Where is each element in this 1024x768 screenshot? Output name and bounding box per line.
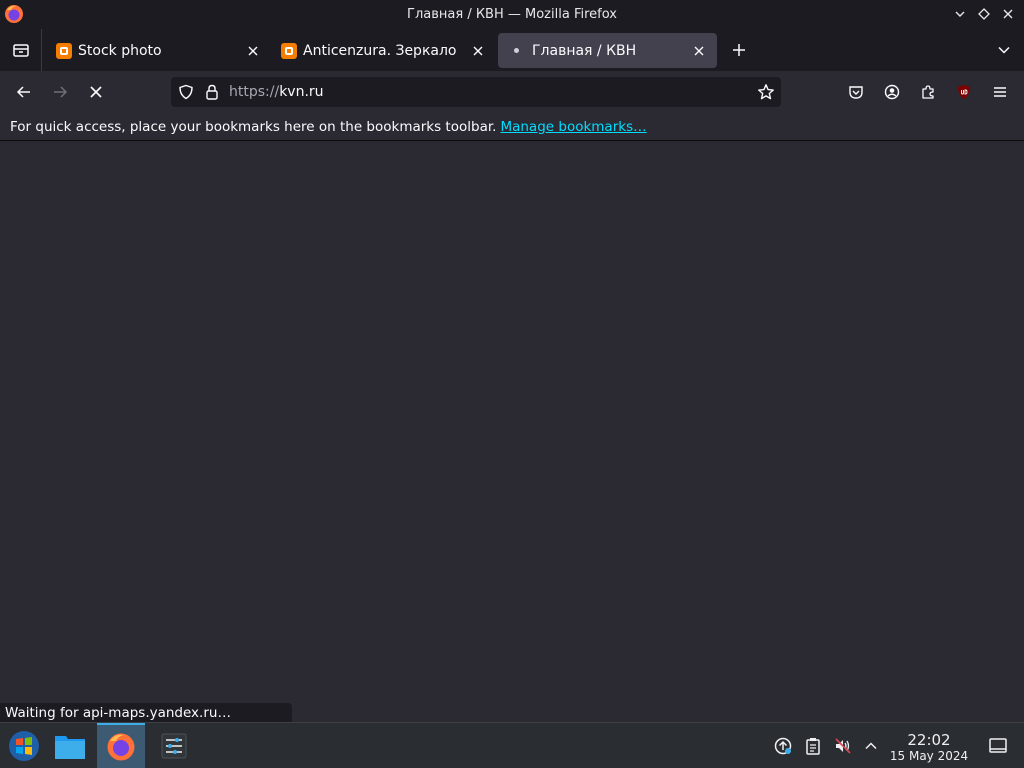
- clipboard-icon: [806, 738, 820, 755]
- arrow-left-icon: [16, 86, 30, 98]
- file-manager-button[interactable]: [46, 723, 94, 768]
- taskbar: 22:02 15 May 2024: [0, 722, 1024, 768]
- star-icon: [758, 84, 774, 100]
- account-icon: [884, 84, 900, 100]
- show-desktop-icon: [989, 738, 1007, 753]
- tab-close-button[interactable]: [691, 43, 707, 59]
- lock-icon[interactable]: [203, 83, 221, 101]
- back-button[interactable]: [10, 78, 38, 106]
- start-menu-icon: [9, 731, 39, 761]
- firefox-icon: [107, 733, 135, 761]
- start-menu-button[interactable]: [0, 723, 48, 768]
- hamburger-menu-icon: [994, 87, 1006, 97]
- chevron-down-icon: [998, 46, 1010, 54]
- navigation-toolbar: https://kvn.ru: [0, 71, 1024, 113]
- close-icon: [694, 46, 704, 55]
- window-title: Главная / КВН — Mozilla Firefox: [407, 7, 617, 22]
- account-button[interactable]: [878, 78, 906, 106]
- updates-tray-button[interactable]: [773, 736, 793, 756]
- tab-strip: Stock photo Anticenzura. Зеркало Главная…: [0, 29, 1024, 71]
- ublock-origin-icon: [958, 85, 970, 99]
- settings-icon: [161, 733, 187, 759]
- app-menu-button[interactable]: [986, 78, 1014, 106]
- manage-bookmarks-link[interactable]: Manage bookmarks…: [500, 119, 646, 135]
- address-bar[interactable]: https://kvn.ru: [171, 77, 781, 107]
- tab-label: Stock photo: [78, 42, 162, 59]
- firefox-view-button[interactable]: [0, 29, 42, 71]
- tab-stock-photo[interactable]: Stock photo: [46, 33, 271, 68]
- file-manager-icon: [55, 736, 85, 759]
- new-tab-button[interactable]: [727, 38, 751, 62]
- clipboard-tray-button[interactable]: [803, 736, 823, 756]
- close-icon: [473, 46, 483, 55]
- volume-muted-icon: [835, 738, 851, 754]
- tab-close-button[interactable]: [245, 43, 261, 59]
- tab-anticenzura[interactable]: Anticenzura. Зеркало: [271, 33, 496, 68]
- tab-kvn-active[interactable]: Главная / КВН: [498, 33, 717, 68]
- diamond-icon: [978, 8, 990, 20]
- show-hidden-icons-button[interactable]: [861, 736, 881, 756]
- puzzle-icon: [922, 85, 934, 99]
- ublock-origin-button[interactable]: [950, 78, 978, 106]
- chevron-down-icon: [955, 11, 965, 17]
- arrow-right-icon: [54, 86, 68, 98]
- firefox-task-button[interactable]: [97, 723, 145, 768]
- update-arrow-icon: [774, 737, 792, 755]
- bookmarks-toolbar: For quick access, place your bookmarks h…: [0, 113, 1024, 141]
- plus-icon: [733, 44, 745, 56]
- clock-time: 22:02: [907, 731, 951, 749]
- close-icon: [90, 86, 102, 98]
- forward-button[interactable]: [46, 78, 74, 106]
- url-text[interactable]: https://kvn.ru: [229, 84, 324, 100]
- close-icon: [248, 46, 258, 55]
- maximize-button[interactable]: [974, 4, 994, 24]
- minimize-button[interactable]: [950, 4, 970, 24]
- firefox-icon: [5, 5, 23, 23]
- url-scheme: https://: [229, 84, 280, 100]
- chevron-up-icon: [865, 742, 877, 750]
- list-all-tabs-button[interactable]: [992, 38, 1016, 62]
- tracking-protection-shield-icon[interactable]: [177, 83, 195, 101]
- show-desktop-button[interactable]: [988, 736, 1008, 756]
- tab-label: Anticenzura. Зеркало: [303, 42, 457, 59]
- stop-loading-button[interactable]: [82, 78, 110, 106]
- blogger-icon: [281, 42, 297, 59]
- digital-clock[interactable]: 22:02 15 May 2024: [884, 731, 974, 763]
- loading-dot-icon: [508, 43, 524, 59]
- extensions-button[interactable]: [914, 78, 942, 106]
- bookmarks-empty-message: For quick access, place your bookmarks h…: [10, 118, 497, 135]
- close-window-button[interactable]: [998, 4, 1018, 24]
- blogger-icon: [56, 42, 72, 59]
- page-content-area[interactable]: [0, 142, 1024, 722]
- clock-date: 15 May 2024: [889, 749, 969, 763]
- tab-close-button[interactable]: [470, 43, 486, 59]
- system-settings-button[interactable]: [150, 723, 198, 768]
- window-titlebar: Главная / КВН — Mozilla Firefox: [0, 0, 1024, 29]
- volume-tray-button[interactable]: [833, 736, 853, 756]
- pocket-button[interactable]: [842, 78, 870, 106]
- pocket-icon: [849, 86, 863, 99]
- firefox-view-icon: [12, 44, 29, 57]
- bookmark-star-button[interactable]: [757, 83, 775, 101]
- url-host: kvn.ru: [279, 84, 324, 100]
- close-icon: [1003, 9, 1013, 19]
- tab-label: Главная / КВН: [532, 42, 637, 59]
